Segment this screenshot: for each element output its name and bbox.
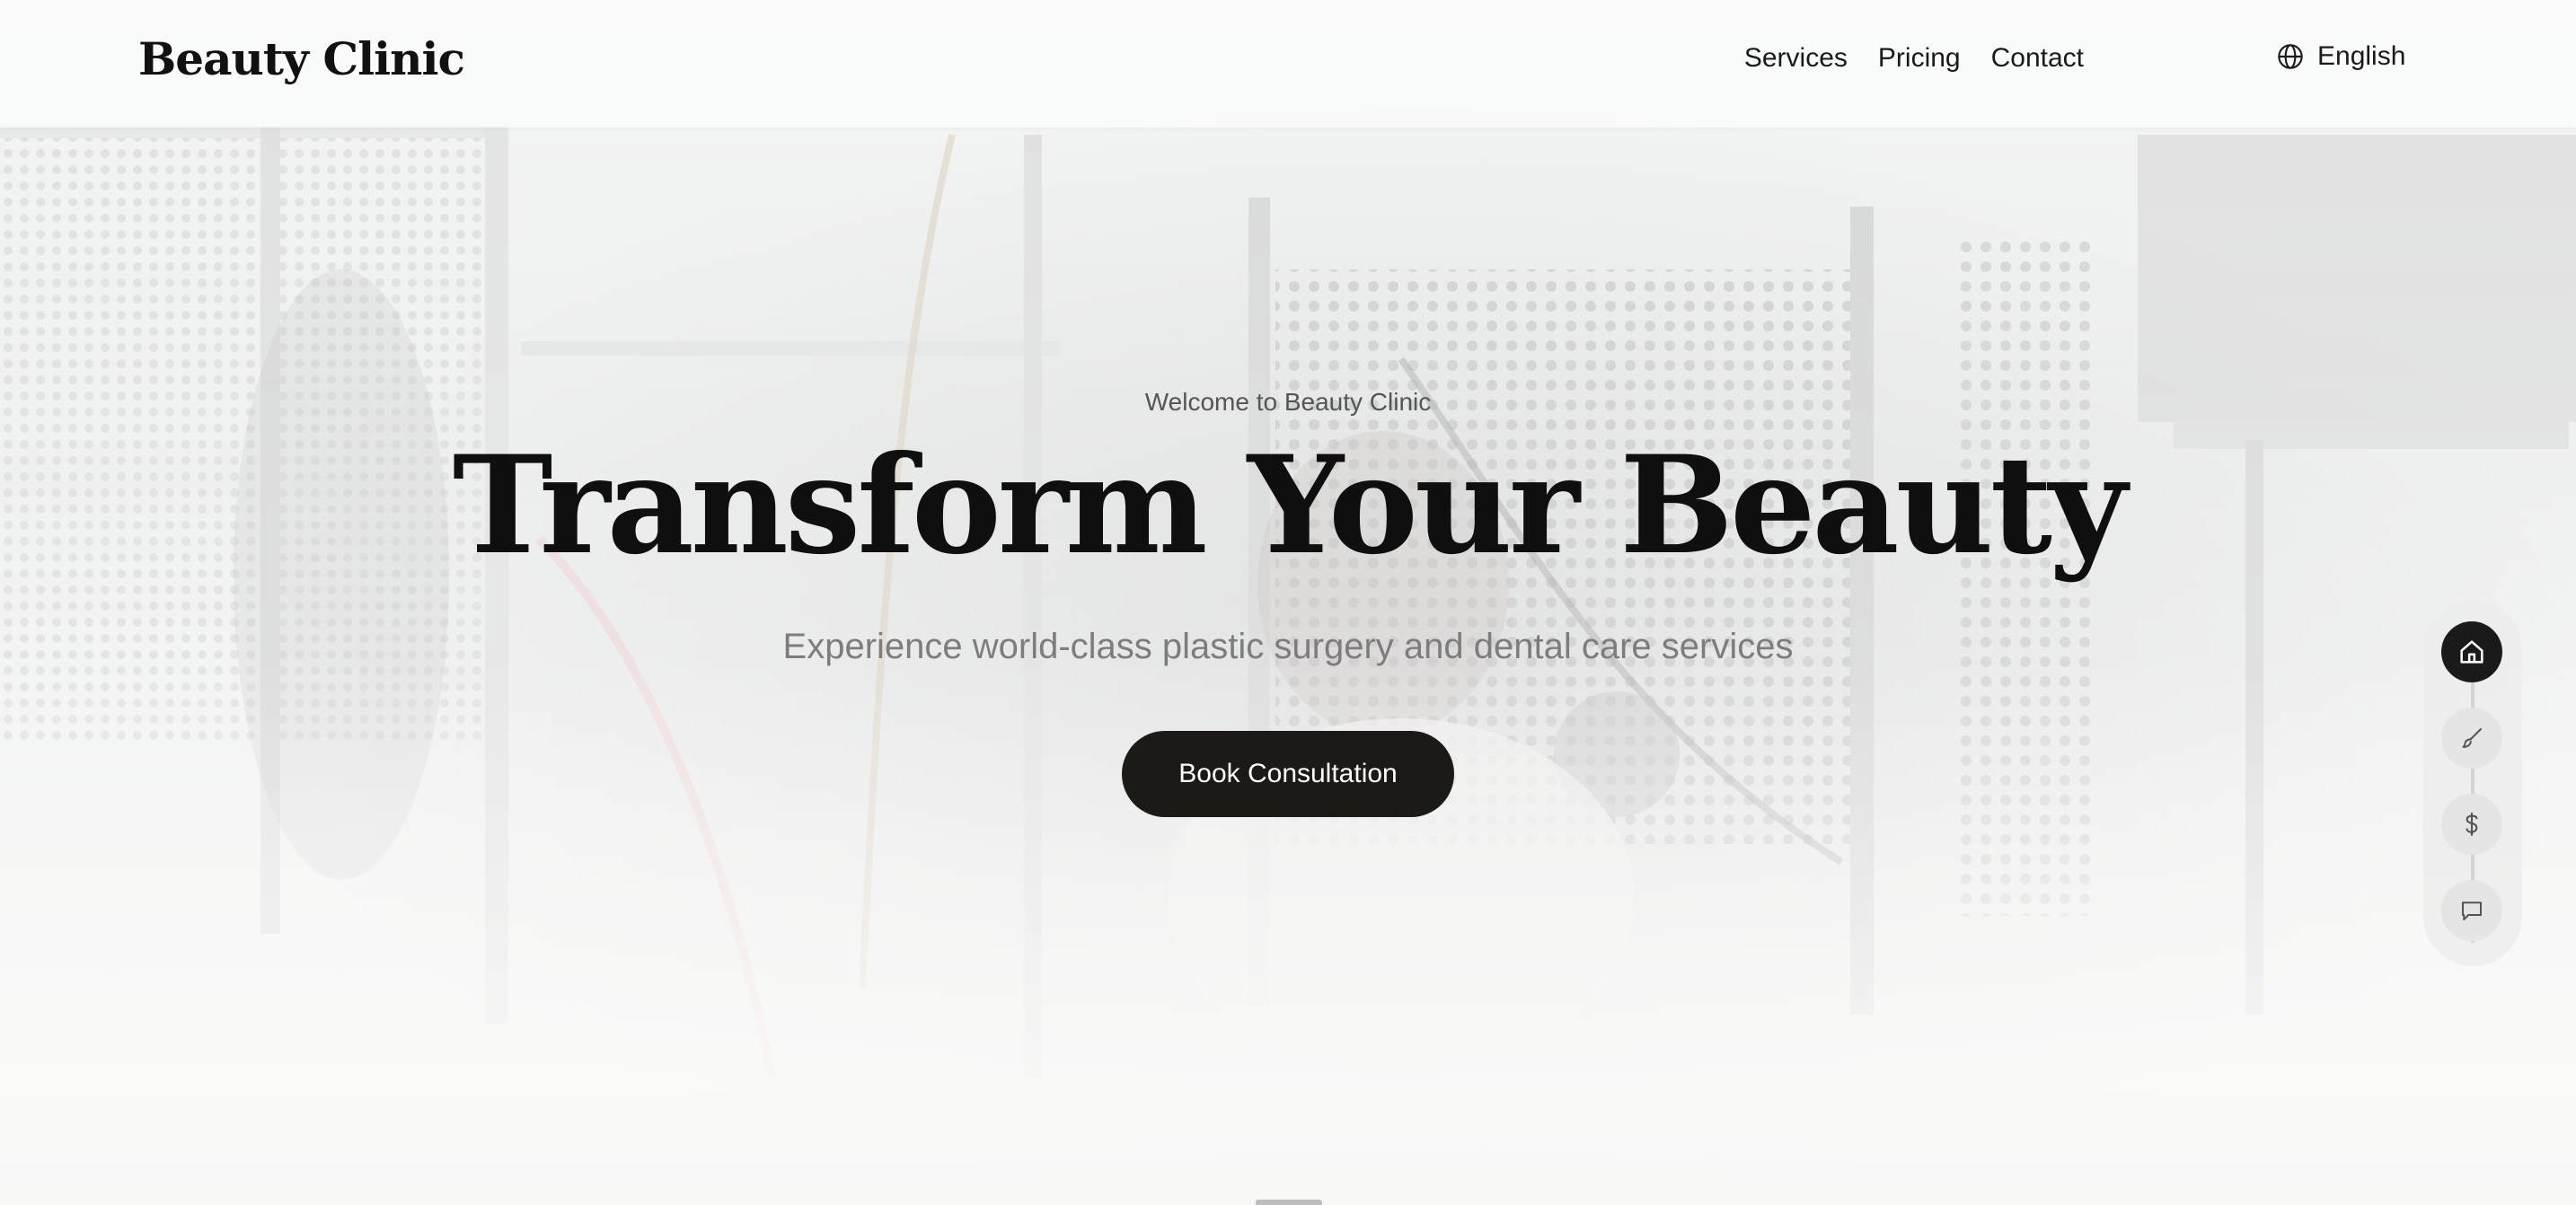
main-nav: Services Pricing Contact: [1744, 43, 2084, 74]
nav-link-contact[interactable]: Contact: [1991, 43, 2084, 74]
language-label: English: [2317, 41, 2406, 71]
scroll-indicator[interactable]: [1256, 1200, 1322, 1205]
brush-icon: [2462, 728, 2482, 748]
dollar-icon: [2466, 812, 2478, 837]
hero-subline: Experience world-class plastic surgery a…: [782, 627, 1794, 666]
globe-icon: [2278, 44, 2303, 69]
site-logo[interactable]: Beauty Clinic: [138, 32, 465, 85]
side-nav-services[interactable]: [2441, 708, 2502, 769]
language-selector[interactable]: English: [2276, 41, 2405, 72]
nav-link-services[interactable]: Services: [1744, 43, 1848, 74]
nav-link-pricing[interactable]: Pricing: [1878, 43, 1961, 74]
side-nav: [2423, 600, 2522, 966]
home-icon: [2460, 640, 2483, 664]
hero-overlay: [0, 0, 2576, 1205]
site-header: Beauty Clinic Services Pricing Contact E…: [0, 0, 2576, 128]
hero-headline: Transform Your Beauty: [452, 427, 2127, 585]
side-nav-pricing[interactable]: [2441, 794, 2502, 855]
side-nav-contact[interactable]: [2441, 880, 2502, 941]
chat-icon: [2462, 902, 2482, 920]
side-nav-home[interactable]: [2441, 621, 2502, 682]
hero-welcome: Welcome to Beauty Clinic: [1144, 388, 1432, 416]
page: Beauty Clinic Services Pricing Contact E…: [0, 0, 2576, 1205]
book-consultation-button[interactable]: Book Consultation: [1122, 731, 1454, 817]
